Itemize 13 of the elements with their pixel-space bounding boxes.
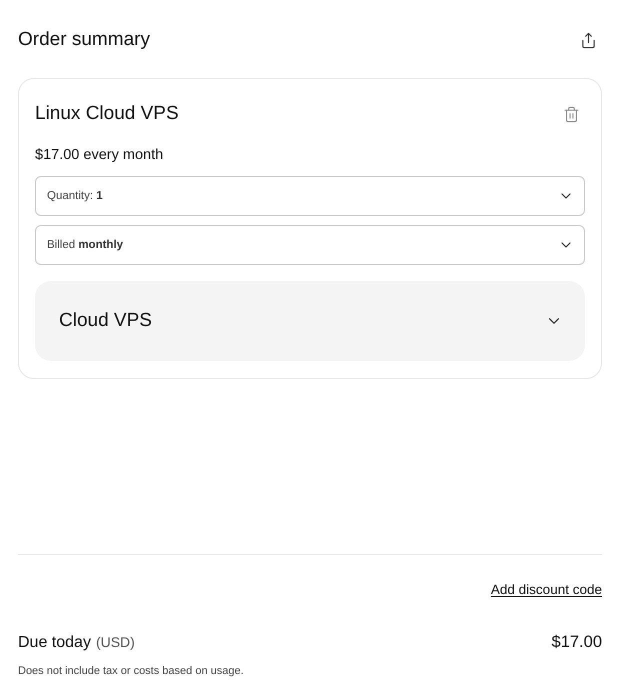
dropdown-select[interactable]: Billed monthly <box>35 225 585 265</box>
dropdown-select[interactable]: Quantity: 1 <box>35 176 585 216</box>
tax-note: Does not include tax or costs based on usage. <box>18 665 245 677</box>
share-icon <box>580 32 597 48</box>
total-amount: $17.00 <box>552 633 602 652</box>
trash-icon <box>563 106 580 122</box>
product-title: Linux Cloud VPS <box>35 103 179 125</box>
currency-label: (USD) <box>96 634 135 650</box>
accordion-header[interactable]: Cloud VPS <box>35 281 585 361</box>
page-title: Order summary <box>18 29 150 51</box>
total-label: Due today <box>18 634 91 652</box>
discount-link[interactable]: Add discount code <box>490 582 602 597</box>
product-price: $17.00 every month <box>35 147 164 163</box>
